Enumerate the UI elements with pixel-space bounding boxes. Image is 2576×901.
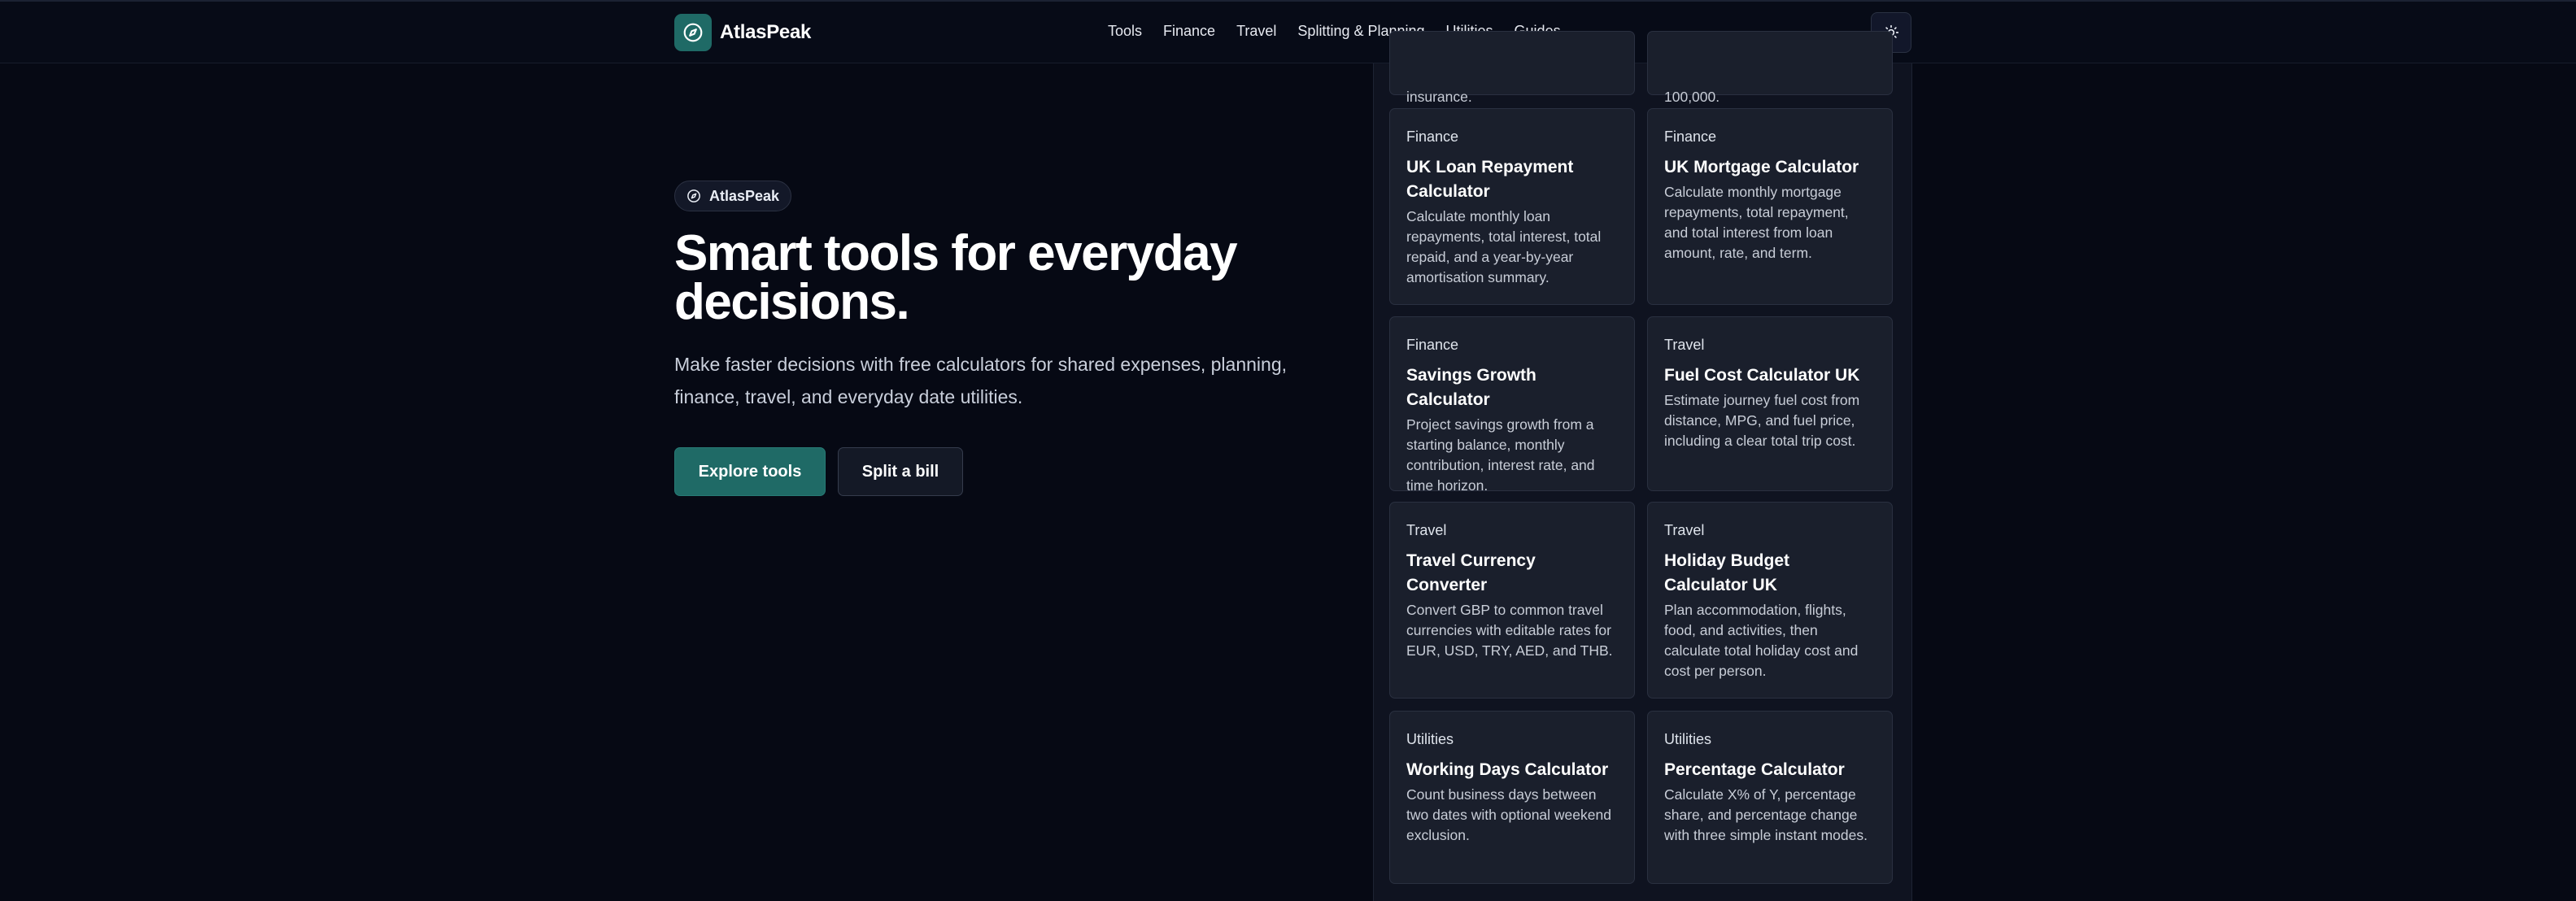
nav-link-tools[interactable]: Tools xyxy=(1108,23,1142,40)
tool-card-title: Travel Currency Converter xyxy=(1406,551,1536,594)
tool-card-category: Finance xyxy=(1406,128,1459,145)
tool-card-title: Fuel Cost Calculator UK xyxy=(1664,366,1860,385)
hero-subtitle: Make faster decisions with free calculat… xyxy=(674,354,1288,407)
tool-card-partial-description: 100,000. xyxy=(1664,89,1720,105)
tool-card-category: Finance xyxy=(1664,128,1717,145)
tool-card-description: Estimate journey fuel cost from distance… xyxy=(1664,392,1860,449)
tool-card-uk-loan-repayment[interactable]: Finance UK Loan Repayment Calculator Cal… xyxy=(1389,108,1635,305)
nav-link-finance[interactable]: Finance xyxy=(1163,23,1215,40)
brand-logo-link[interactable]: AtlasPeak xyxy=(674,14,811,51)
hero-badge-label: AtlasPeak xyxy=(709,187,780,204)
split-a-bill-button[interactable]: Split a bill xyxy=(838,447,963,496)
hero-title: Smart tools for everyday decisions. xyxy=(674,225,1238,330)
explore-tools-button[interactable]: Explore tools xyxy=(674,447,826,496)
tool-card-percentage[interactable]: Utilities Percentage Calculator Calculat… xyxy=(1647,711,1893,884)
nav-link-travel[interactable]: Travel xyxy=(1236,23,1276,40)
top-navigation-bar: AtlasPeak Tools Finance Travel Splitting… xyxy=(0,0,2576,63)
tool-card-description: Calculate X% of Y, percentage share, and… xyxy=(1664,786,1868,843)
tool-card-partial[interactable]: insurance. xyxy=(1389,31,1635,105)
tool-card-description: Count business days between two dates wi… xyxy=(1406,786,1611,843)
tool-card-fuel-cost[interactable]: Travel Fuel Cost Calculator UK Estimate … xyxy=(1647,316,1893,491)
tool-card-holiday-budget[interactable]: Travel Holiday Budget Calculator UK Plan… xyxy=(1647,502,1893,699)
tool-card-description: Project savings growth from a starting b… xyxy=(1406,416,1595,494)
tool-card-working-days[interactable]: Utilities Working Days Calculator Count … xyxy=(1389,711,1635,884)
tool-card-title: UK Loan Repayment Calculator xyxy=(1406,158,1574,201)
tool-card-category: Utilities xyxy=(1406,731,1454,747)
tool-card-partial[interactable]: 100,000. xyxy=(1647,31,1893,105)
tool-card-description: Convert GBP to common travel currencies … xyxy=(1406,602,1613,659)
tool-card-description: Calculate monthly mortgage repayments, t… xyxy=(1664,184,1849,261)
tool-card-description: Plan accommodation, flights, food, and a… xyxy=(1664,602,1859,679)
tool-card-title: Working Days Calculator xyxy=(1406,760,1609,779)
brand-name: AtlasPeak xyxy=(720,21,812,43)
tool-card-category: Travel xyxy=(1664,337,1705,353)
compass-icon xyxy=(687,189,700,202)
tool-card-category: Travel xyxy=(1664,522,1705,538)
tool-card-title: Percentage Calculator xyxy=(1664,760,1845,779)
tool-card-title: Holiday Budget Calculator UK xyxy=(1664,551,1790,594)
tools-panel: insurance. 100,000. Finance UK Loan Repa… xyxy=(1373,31,1912,901)
tool-card-uk-mortgage[interactable]: Finance UK Mortgage Calculator Calculate… xyxy=(1647,108,1893,305)
tool-card-travel-currency[interactable]: Travel Travel Currency Converter Convert… xyxy=(1389,502,1635,699)
tool-card-category: Finance xyxy=(1406,337,1459,353)
tool-card-title: UK Mortgage Calculator xyxy=(1664,158,1859,176)
tool-card-partial-description: insurance. xyxy=(1406,89,1472,105)
tool-card-savings-growth[interactable]: Finance Savings Growth Calculator Projec… xyxy=(1389,316,1635,494)
tool-card-category: Travel xyxy=(1406,522,1447,538)
hero-badge: AtlasPeak xyxy=(674,181,792,211)
tool-card-title: Savings Growth Calculator xyxy=(1406,366,1536,409)
tool-card-category: Utilities xyxy=(1664,731,1712,747)
tool-card-description: Calculate monthly loan repayments, total… xyxy=(1406,208,1602,285)
compass-icon xyxy=(674,14,712,51)
